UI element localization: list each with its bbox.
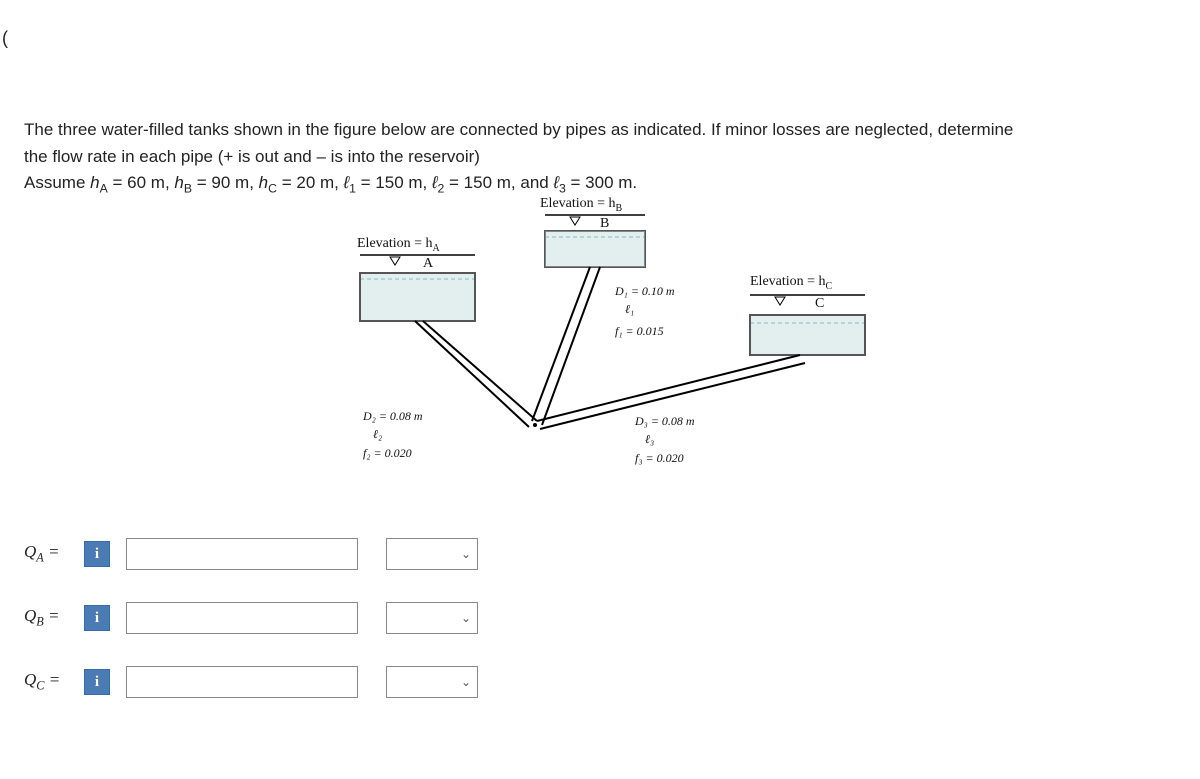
answer-inputs: QA = i ⌄ QB = i ⌄ QC = i ⌄ [24, 534, 478, 726]
label-qa: QA = [24, 542, 84, 565]
problem-line-2: the flow rate in each pipe (+ is out and… [24, 145, 1184, 170]
stray-paren: ( [2, 28, 8, 49]
svg-text:D₃ = 0.08 m: D₃ = 0.08 m [634, 414, 695, 428]
svg-text:D₁ = 0.10 m: D₁ = 0.10 m [614, 284, 675, 298]
svg-text:f₁ = 0.015: f₁ = 0.015 [615, 324, 664, 338]
row-qb: QB = i ⌄ [24, 598, 478, 638]
unit-select-qc[interactable]: ⌄ [386, 666, 478, 698]
svg-text:ℓ₃: ℓ₃ [645, 432, 654, 446]
chevron-down-icon: ⌄ [461, 611, 471, 625]
chevron-down-icon: ⌄ [461, 547, 471, 561]
row-qa: QA = i ⌄ [24, 534, 478, 574]
svg-text:Elevation = hC: Elevation = hC [750, 274, 833, 292]
svg-text:C: C [815, 296, 824, 311]
svg-text:D₂ = 0.08 m: D₂ = 0.08 m [362, 409, 423, 423]
row-qc: QC = i ⌄ [24, 662, 478, 702]
figure-diagram: Elevation = hB B Elevation = hA A Elevat… [345, 195, 885, 495]
label-qc: QC = [24, 670, 84, 693]
input-qc[interactable] [126, 666, 358, 698]
problem-text: The three water-filled tanks shown in th… [24, 118, 1184, 200]
svg-text:Elevation = hB: Elevation = hB [540, 196, 623, 214]
unit-select-qa[interactable]: ⌄ [386, 538, 478, 570]
info-icon-qc[interactable]: i [84, 669, 110, 695]
svg-text:B: B [600, 216, 609, 231]
unit-select-qb[interactable]: ⌄ [386, 602, 478, 634]
input-qa[interactable] [126, 538, 358, 570]
problem-line-1: The three water-filled tanks shown in th… [24, 118, 1184, 143]
label-qb: QB = [24, 606, 84, 629]
chevron-down-icon: ⌄ [461, 675, 471, 689]
info-icon-qb[interactable]: i [84, 605, 110, 631]
svg-text:ℓ₁: ℓ₁ [625, 302, 634, 316]
input-qb[interactable] [126, 602, 358, 634]
svg-text:f₃ = 0.020: f₃ = 0.020 [635, 451, 684, 465]
svg-text:f₂ = 0.020: f₂ = 0.020 [363, 446, 412, 460]
svg-text:ℓ₂: ℓ₂ [373, 427, 382, 441]
svg-text:A: A [423, 256, 434, 271]
info-icon-qa[interactable]: i [84, 541, 110, 567]
svg-text:Elevation = hA: Elevation = hA [357, 236, 441, 254]
